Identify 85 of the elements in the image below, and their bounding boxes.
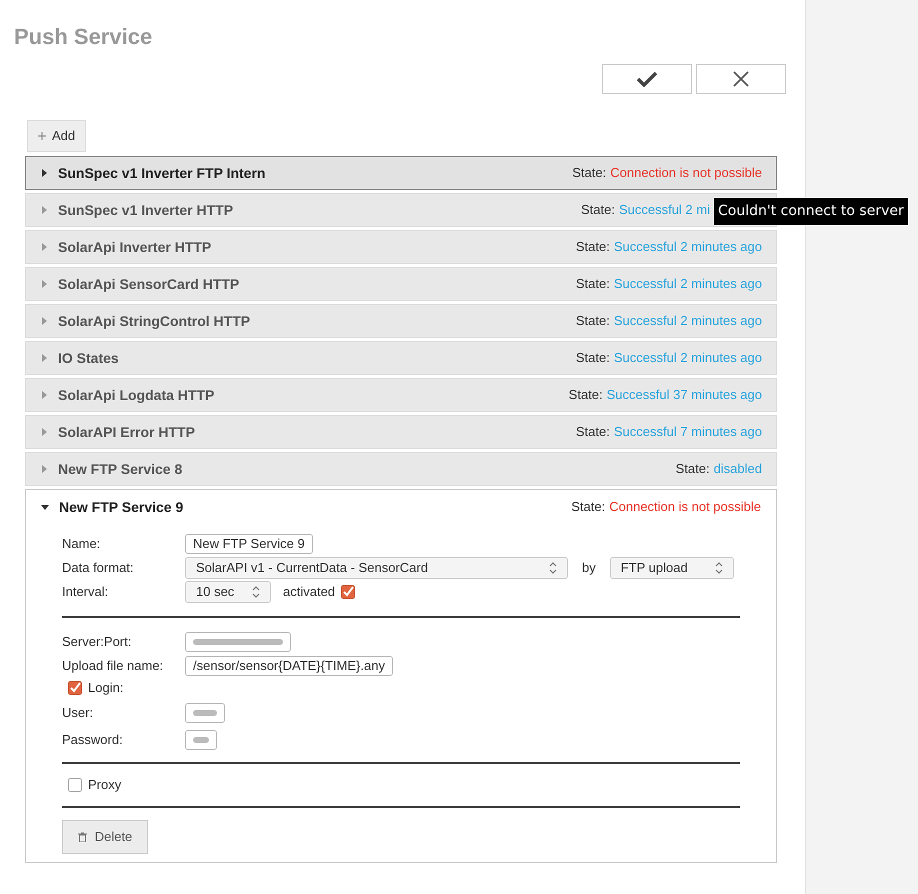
service-row[interactable]: New FTP Service 8 State: disabled — [25, 452, 777, 486]
triangle-icon — [40, 243, 48, 251]
state-text: Connection is not possible — [609, 498, 761, 516]
triangle-icon — [40, 280, 48, 288]
state-label: State: — [568, 386, 603, 404]
service-row[interactable]: IO States State: Successful 2 minutes ago — [25, 341, 777, 375]
field-label: Name: — [62, 535, 102, 554]
service-name: SolarApi Inverter HTTP — [58, 238, 212, 257]
state-label: State: — [576, 349, 610, 368]
service-name: SolarAPI Error HTTP — [58, 422, 195, 442]
state-text: Successful 2 minutes ago — [614, 312, 762, 330]
triangle-icon — [40, 206, 48, 214]
field-label: Server:Port: — [62, 633, 132, 652]
state-label: State: — [576, 423, 610, 442]
trash-icon — [78, 832, 87, 842]
service-row[interactable]: SolarAPI Error HTTP State: Successful 7 minutes ago — [25, 415, 777, 449]
service-name: SolarApi SensorCard HTTP — [58, 274, 240, 294]
checkbox-label: activated — [283, 583, 336, 602]
service-name: IO States — [58, 348, 119, 368]
triangle-icon — [40, 317, 48, 325]
service-row[interactable]: SolarApi SensorCard HTTP State: Successful 2 minutes ago — [25, 267, 777, 301]
input-field[interactable] — [185, 632, 291, 652]
spinner-arrows-icon — [252, 586, 260, 598]
state-text: Successful 7 minutes ago — [614, 423, 762, 442]
service-name: SunSpec v1 Inverter HTTP — [58, 200, 234, 220]
state-text: Successful 2 minutes ago — [614, 275, 762, 294]
state-label: State: — [576, 312, 610, 330]
triangle-icon — [40, 354, 48, 362]
checkbox-label: Login: — [88, 679, 124, 698]
close-icon — [733, 71, 749, 87]
triangle-icon — [40, 465, 48, 473]
service-row[interactable]: SolarApi Inverter HTTP State: Successful 2 minutes ago — [25, 230, 777, 264]
confirm-button[interactable] — [602, 64, 692, 94]
state-label: State: — [572, 164, 606, 182]
spinner-arrows-icon — [714, 562, 723, 574]
field-label: Data format: — [62, 559, 135, 578]
checkbox[interactable] — [341, 585, 356, 599]
plus-icon — [38, 132, 46, 140]
checkmark-icon — [637, 71, 657, 87]
input-field[interactable]: New FTP Service 9 — [185, 534, 313, 554]
state-text: Successful 2 mi — [618, 201, 710, 220]
spinner-arrows-icon — [549, 562, 557, 574]
tooltip: Couldn't connect to server — [714, 198, 908, 225]
input-field[interactable] — [185, 703, 225, 723]
input-field[interactable]: /sensor/sensor{DATE}{TIME}.any — [185, 656, 393, 676]
checkbox[interactable] — [68, 681, 82, 695]
blurred-value — [193, 708, 217, 718]
state-text: disabled — [714, 460, 762, 478]
state-label: State: — [580, 201, 615, 220]
by-label: by — [582, 559, 596, 578]
triangle-icon — [40, 391, 48, 399]
input-field[interactable] — [185, 730, 217, 750]
state-label: State: — [576, 238, 610, 256]
service-name: New FTP Service 9 — [59, 498, 184, 516]
triangle-icon — [40, 169, 48, 177]
service-name: SolarApi StringControl HTTP — [58, 312, 250, 331]
service-name: SunSpec v1 Inverter FTP Intern — [58, 164, 266, 183]
triangle-icon — [40, 428, 48, 436]
service-name: New FTP Service 8 — [58, 460, 182, 478]
service-name: SolarApi Logdata HTTP — [58, 386, 214, 405]
data-format-select[interactable]: SolarAPI v1 - CurrentData - SensorCard — [185, 557, 568, 579]
service-row[interactable]: SunSpec v1 Inverter FTP Intern State: Connection is not possible — [25, 156, 777, 190]
state-label: State: — [571, 498, 606, 516]
field-label: Upload file name: — [62, 657, 164, 676]
transport-select[interactable]: FTP upload — [610, 557, 734, 579]
state-label: State: — [576, 275, 610, 294]
checkbox-label: Proxy — [88, 776, 122, 794]
state-text: Successful 2 minutes ago — [614, 349, 762, 368]
state-text: Successful 2 minutes ago — [614, 238, 762, 256]
checkbox[interactable] — [68, 778, 82, 792]
blurred-value — [193, 735, 209, 745]
state-text: Connection is not possible — [610, 164, 762, 182]
triangle-icon — [41, 503, 49, 511]
page-title: Push Service — [14, 23, 152, 51]
interval-select[interactable]: 10 sec — [185, 581, 271, 603]
service-row[interactable]: SolarApi Logdata HTTP State: Successful 37 minutes ago — [25, 378, 777, 412]
field-label: Interval: — [62, 583, 110, 602]
state-label: State: — [676, 460, 710, 478]
service-row[interactable]: SolarApi StringControl HTTP State: Successful 2 minutes ago — [25, 304, 777, 338]
close-button[interactable] — [696, 64, 786, 94]
state-text: Successful 37 minutes ago — [606, 386, 762, 404]
field-label: User: — [62, 704, 94, 722]
field-label: Password: — [62, 731, 124, 750]
delete-button[interactable]: Delete — [62, 820, 148, 854]
add-button[interactable]: Add — [27, 120, 86, 152]
